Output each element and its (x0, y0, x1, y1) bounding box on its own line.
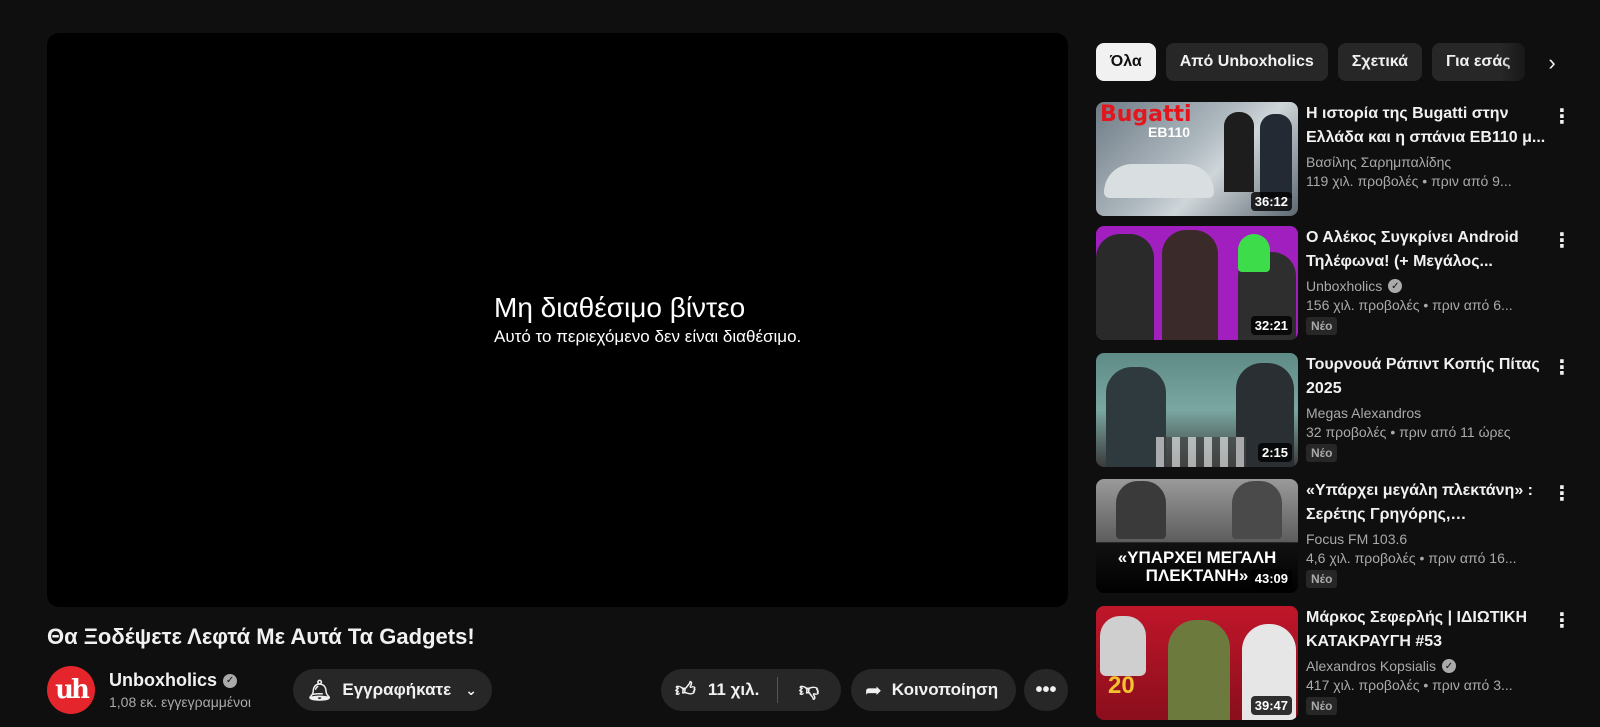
recommendation-meta: 119 χιλ. προβολές • πριν από 9... (1306, 173, 1512, 189)
watch-page: Μη διαθέσιμο βίντεο Αυτό το περιεχόμενο … (0, 0, 1600, 727)
chevron-down-icon: ⌄ (465, 681, 477, 698)
video-thumbnail[interactable]: 20 39:47 (1096, 606, 1298, 720)
unavailable-subtitle: Αυτό το περιεχόμενο δεν είναι διαθέσιμο. (494, 327, 802, 346)
recommendation-item[interactable]: «ΥΠΑΡΧΕΙ ΜΕΓΑΛΗ ΠΛΕΚΤΑΝΗ» 43:09 «Υπάρχει… (1096, 479, 1576, 593)
chessboard (1156, 437, 1246, 467)
recommendation-channel-row: Megas Alexandros (1306, 405, 1546, 421)
recommendation-details: Η ιστορία της Bugatti στην Ελλάδα και η … (1306, 102, 1546, 189)
recommendation-details: Τουρνουά Ράπιντ Κοπής Πίτας 2025 Megas A… (1306, 353, 1546, 462)
video-thumbnail[interactable]: 2:15 (1096, 353, 1298, 467)
verified-icon: ✓ (1441, 659, 1456, 673)
recommendation-channel-row: Focus FM 103.6 (1306, 531, 1546, 547)
recommendation-channel[interactable]: Alexandros Kopsialis (1306, 658, 1436, 674)
new-badge: Νέο (1306, 697, 1338, 715)
recommendation-channel-row: Unboxholics ✓ (1306, 278, 1546, 294)
video-duration: 32:21 (1250, 316, 1292, 335)
recommendation-title[interactable]: Η ιστορία της Bugatti στην Ελλάδα και η … (1306, 102, 1546, 150)
more-vertical-icon[interactable]: ⋮ (1552, 481, 1572, 506)
more-vertical-icon[interactable]: ⋮ (1552, 608, 1572, 633)
thumbnail-person (1232, 481, 1282, 539)
thumbnail-car (1104, 164, 1214, 198)
video-title: Θα Ξοδέψετε Λεφτά Με Αυτά Τα Gadgets! (47, 624, 475, 649)
more-actions-button[interactable]: ••• (1024, 669, 1068, 711)
more-vertical-icon[interactable]: ⋮ (1552, 228, 1572, 253)
subscribed-button[interactable]: 🔔︎ Εγγραφήκατε ⌄ (293, 669, 492, 711)
bell-icon: 🔔︎ (307, 679, 333, 702)
video-player[interactable]: Μη διαθέσιμο βίντεο Αυτό το περιεχόμενο … (47, 33, 1068, 607)
thumbs-up-icon: 👍︎ (675, 679, 696, 701)
recommendation-meta: 156 χιλ. προβολές • πριν από 6... (1306, 297, 1513, 313)
recommendation-channel[interactable]: Unboxholics (1306, 278, 1382, 294)
recommendation-meta: 32 προβολές • πριν από 11 ώρες (1306, 424, 1511, 440)
recommendation-meta: 417 χιλ. προβολές • πριν από 3... (1306, 677, 1513, 693)
share-icon: ➦ (865, 679, 882, 702)
thumbnail-person (1168, 620, 1230, 720)
thumbnail-text: «ΥΠΑΡΧΕΙ ΜΕΓΑΛΗ (1117, 548, 1277, 567)
thumbnail-person (1116, 481, 1166, 539)
thumbnail-person (1096, 234, 1154, 340)
subscribed-label: Εγγραφήκατε (342, 680, 452, 699)
recommendation-item[interactable]: 2:15 Τουρνουά Ράπιντ Κοπής Πίτας 2025 Me… (1096, 353, 1576, 467)
thumbnail-person (1224, 112, 1254, 192)
chip-all[interactable]: Όλα (1096, 43, 1156, 81)
recommendation-title[interactable]: Μάρκος Σεφερλής | ΙΔΙΩΤΙΚΗ ΚΑΤΑΚΡΑΥΓΗ #5… (1306, 606, 1546, 654)
recommendation-item[interactable]: 20 39:47 Μάρκος Σεφερλής | ΙΔΙΩΤΙΚΗ ΚΑΤΑ… (1096, 606, 1576, 720)
thumbnail-person (1260, 114, 1292, 198)
recommendation-item[interactable]: 32:21 Ο Αλέκος Συγκρίνει Android Τηλέφων… (1096, 226, 1576, 340)
channel-name-row: Unboxholics ✓ (109, 670, 251, 691)
video-duration: 2:15 (1257, 443, 1292, 462)
unavailable-message: Μη διαθέσιμο βίντεο Αυτό το περιεχόμενο … (494, 291, 801, 347)
more-vertical-icon[interactable]: ⋮ (1552, 355, 1572, 380)
new-badge: Νέο (1306, 444, 1338, 462)
recommendation-meta: 4,6 χιλ. προβολές • πριν από 16... (1306, 550, 1517, 566)
android-icon (1238, 234, 1270, 272)
filter-chips: Όλα Από Unboxholics Σχετικά Για εσάς (1096, 43, 1560, 81)
video-duration: 39:47 (1250, 696, 1292, 715)
recommendation-details: Ο Αλέκος Συγκρίνει Android Τηλέφωνα! (+ … (1306, 226, 1546, 335)
recommendation-channel[interactable]: Βασίλης Σαρημπαλίδης (1306, 154, 1451, 170)
share-button[interactable]: ➦ Κοινοποίηση (851, 669, 1016, 711)
more-vertical-icon[interactable]: ⋮ (1552, 104, 1572, 129)
video-duration: 43:09 (1250, 569, 1292, 588)
channel-avatar[interactable]: uh (47, 666, 95, 714)
video-owner: uh Unboxholics ✓ 1,08 εκ. εγγεγραμμένοι (47, 665, 251, 715)
subscriber-count: 1,08 εκ. εγγεγραμμένοι (109, 694, 251, 710)
recommendation-channel-row: Alexandros Kopsialis ✓ (1306, 658, 1546, 674)
recommendation-title[interactable]: «Υπάρχει μεγάλη πλεκτάνη» : Σερέτης Γρηγ… (1306, 479, 1546, 527)
video-thumbnail[interactable]: 32:21 (1096, 226, 1298, 340)
chips-fade (1500, 43, 1540, 81)
share-label: Κοινοποίηση (891, 680, 999, 699)
recommendation-item[interactable]: Bugatti EB110 36:12 Η ιστορία της Bugatt… (1096, 102, 1576, 216)
recommendation-details: Μάρκος Σεφερλής | ΙΔΙΩΤΙΚΗ ΚΑΤΑΚΡΑΥΓΗ #5… (1306, 606, 1546, 715)
thumbnail-person (1100, 616, 1146, 676)
thumbnail-text: 20 (1108, 672, 1135, 699)
like-button[interactable]: 👍︎ 11 χιλ. (661, 678, 777, 702)
verified-icon: ✓ (1388, 279, 1403, 293)
recommendation-details: «Υπάρχει μεγάλη πλεκτάνη» : Σερέτης Γρηγ… (1306, 479, 1546, 588)
video-thumbnail[interactable]: Bugatti EB110 36:12 (1096, 102, 1298, 216)
recommendation-channel[interactable]: Megas Alexandros (1306, 405, 1421, 421)
like-dislike-group: 👍︎ 11 χιλ. 👎︎ (661, 669, 841, 711)
channel-info: Unboxholics ✓ 1,08 εκ. εγγεγραμμένοι (109, 670, 251, 710)
channel-name[interactable]: Unboxholics (109, 670, 217, 691)
thumbs-down-icon: 👎︎ (798, 679, 820, 701)
new-badge: Νέο (1306, 317, 1338, 335)
dislike-button[interactable]: 👎︎ (778, 678, 840, 702)
thumbnail-person (1162, 230, 1218, 340)
recommendation-title[interactable]: Τουρνουά Ράπιντ Κοπής Πίτας 2025 (1306, 353, 1546, 401)
chip-from-channel[interactable]: Από Unboxholics (1165, 43, 1328, 81)
chevron-right-icon[interactable]: › (1536, 47, 1568, 79)
like-count: 11 χιλ. (707, 680, 760, 699)
new-badge: Νέο (1306, 570, 1338, 588)
thumbnail-text: EB110 (1148, 124, 1191, 140)
more-horizontal-icon: ••• (1035, 678, 1057, 701)
recommendation-channel-row: Βασίλης Σαρημπαλίδης (1306, 154, 1546, 170)
recommendation-title[interactable]: Ο Αλέκος Συγκρίνει Android Τηλέφωνα! (+ … (1306, 226, 1546, 274)
recommendation-channel[interactable]: Focus FM 103.6 (1306, 531, 1407, 547)
unavailable-title: Μη διαθέσιμο βίντεο (494, 292, 746, 323)
video-duration: 36:12 (1250, 192, 1292, 211)
chip-related[interactable]: Σχετικά (1337, 43, 1422, 81)
verified-icon: ✓ (223, 673, 238, 688)
video-thumbnail[interactable]: «ΥΠΑΡΧΕΙ ΜΕΓΑΛΗ ΠΛΕΚΤΑΝΗ» 43:09 (1096, 479, 1298, 593)
